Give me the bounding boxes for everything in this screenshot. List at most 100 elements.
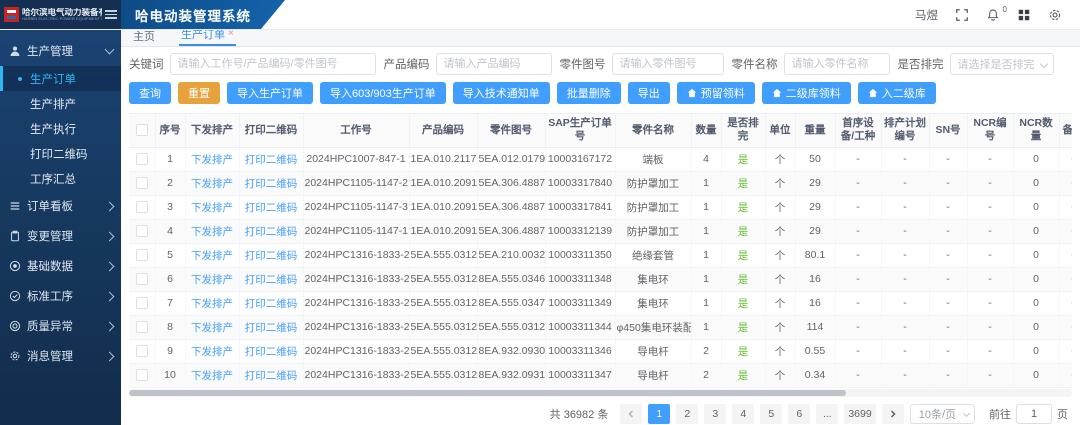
sidebar-group-production[interactable]: 生产管理 xyxy=(0,36,121,66)
print-qrcode-link[interactable]: 打印二维码 xyxy=(245,322,298,334)
row-checkbox[interactable] xyxy=(136,321,148,333)
cell-plan_no: - xyxy=(881,171,929,195)
sidebar-group-message-management[interactable]: 消息管理 xyxy=(0,341,121,371)
sidebar-collapse-icon[interactable] xyxy=(105,10,117,19)
page-button[interactable]: 2 xyxy=(676,404,698,424)
page-button[interactable]: 4 xyxy=(732,404,754,424)
cell-weight: 16 xyxy=(795,267,835,291)
sidebar-item-production-order[interactable]: 生产订单 xyxy=(0,66,121,91)
dispatch-link[interactable]: 下发排产 xyxy=(191,346,233,358)
page-button[interactable]: 3 xyxy=(704,404,726,424)
scheduled-select[interactable]: 请选择是否排完 xyxy=(950,53,1054,75)
export-button[interactable]: 导出 xyxy=(628,82,670,104)
print-qrcode-link[interactable]: 打印二维码 xyxy=(245,250,298,262)
row-checkbox[interactable] xyxy=(136,249,148,261)
cell-work_no: 2024HPC1105-1147-2 xyxy=(303,171,409,195)
print-qrcode-link[interactable]: 打印二维码 xyxy=(245,178,298,190)
select-all-checkbox[interactable] xyxy=(136,124,148,136)
horizontal-scrollbar[interactable] xyxy=(129,389,1072,397)
prev-page-button[interactable] xyxy=(620,404,642,424)
print-qrcode-link[interactable]: 打印二维码 xyxy=(245,154,298,166)
row-checkbox[interactable] xyxy=(136,225,148,237)
column-header: 打印二维码 xyxy=(239,114,303,147)
chevron-right-icon xyxy=(105,261,115,271)
scrollbar-thumb[interactable] xyxy=(129,390,846,396)
scheduled-status: 是 xyxy=(738,202,749,214)
bell-icon[interactable]: 0 xyxy=(985,7,1000,22)
import-tech-notice-button[interactable]: 导入技术通知单 xyxy=(453,82,550,104)
page-button[interactable]: 6 xyxy=(788,404,810,424)
dispatch-link[interactable]: 下发排产 xyxy=(191,250,233,262)
fullscreen-icon[interactable] xyxy=(954,7,969,22)
sidebar-group-standard-process[interactable]: 标准工序 xyxy=(0,281,121,311)
import-603-button[interactable]: 导入603/903生产订单 xyxy=(320,82,446,104)
cell-ncr_no: - xyxy=(967,315,1013,339)
page-button[interactable]: 5 xyxy=(760,404,782,424)
close-icon[interactable]: × xyxy=(228,29,234,39)
sidebar-group-label: 基础数据 xyxy=(27,258,100,274)
secondary-store-in-button[interactable]: 入二级库 xyxy=(858,82,936,104)
grid-apps-icon[interactable] xyxy=(1016,7,1031,22)
secondary-store-pick-button[interactable]: 二级库领料 xyxy=(762,82,851,104)
row-checkbox[interactable] xyxy=(136,297,148,309)
sidebar-group-base-data[interactable]: 基础数据 xyxy=(0,251,121,281)
tab-home[interactable]: 主页 xyxy=(131,28,157,46)
row-checkbox[interactable] xyxy=(136,201,148,213)
goto-page-input[interactable] xyxy=(1016,404,1052,424)
print-qrcode-link[interactable]: 打印二维码 xyxy=(245,226,298,238)
column-header: 排产计划编号 xyxy=(881,114,929,147)
gear-icon[interactable] xyxy=(1047,7,1062,22)
table-row: 9下发排产打印二维码2024HPC1316-1833-25EA.555.0312… xyxy=(129,339,1072,363)
sidebar-item-print-qrcode[interactable]: 打印二维码 xyxy=(0,141,121,166)
product-code-input[interactable] xyxy=(436,53,552,75)
more-pages-button[interactable]: ... xyxy=(816,404,838,424)
import-order-button[interactable]: 导入生产订单 xyxy=(227,82,313,104)
keyword-input[interactable] xyxy=(170,53,376,75)
reset-button[interactable]: 重置 xyxy=(178,82,220,104)
dispatch-link[interactable]: 下发排产 xyxy=(191,298,233,310)
list-icon xyxy=(8,200,21,213)
cell-sn: - xyxy=(929,147,967,171)
part-name-input[interactable] xyxy=(784,53,890,75)
sidebar: 生产管理 生产订单 生产排产 生产执行 打印二维码 工序汇总 xyxy=(0,30,121,425)
row-checkbox[interactable] xyxy=(136,369,148,381)
dispatch-link[interactable]: 下发排产 xyxy=(191,178,233,190)
page-size-select[interactable]: 10条/页 xyxy=(910,404,975,424)
chevron-right-icon xyxy=(105,291,115,301)
dispatch-link[interactable]: 下发排产 xyxy=(191,226,233,238)
sidebar-item-production-scheduling[interactable]: 生产排产 xyxy=(0,91,121,116)
print-qrcode-link[interactable]: 打印二维码 xyxy=(245,298,298,310)
part-no-input[interactable] xyxy=(612,53,724,75)
print-qrcode-link[interactable]: 打印二维码 xyxy=(245,370,298,382)
row-checkbox[interactable] xyxy=(136,273,148,285)
sidebar-item-process-summary[interactable]: 工序汇总 xyxy=(0,166,121,191)
sidebar-group-change-management[interactable]: 变更管理 xyxy=(0,221,121,251)
scheduled-status: 是 xyxy=(738,370,749,382)
print-qrcode-link[interactable]: 打印二维码 xyxy=(245,202,298,214)
dispatch-link[interactable]: 下发排产 xyxy=(191,154,233,166)
print-qrcode-link[interactable]: 打印二维码 xyxy=(245,346,298,358)
user-name[interactable]: 马煜 xyxy=(915,7,938,23)
table-row: 7下发排产打印二维码2024HPC1316-1833-25EA.555.0312… xyxy=(129,291,1072,315)
dispatch-link[interactable]: 下发排产 xyxy=(191,322,233,334)
dispatch-link[interactable]: 下发排产 xyxy=(191,202,233,214)
search-button[interactable]: 查询 xyxy=(129,82,171,104)
dispatch-link[interactable]: 下发排产 xyxy=(191,370,233,382)
sidebar-group-order-board[interactable]: 订单看板 xyxy=(0,191,121,221)
sidebar-group-quality-exception[interactable]: 质量异常 xyxy=(0,311,121,341)
next-page-button[interactable] xyxy=(882,404,904,424)
column-header: 序号 xyxy=(155,114,185,147)
batch-delete-button[interactable]: 批量删除 xyxy=(557,82,621,104)
dispatch-link[interactable]: 下发排产 xyxy=(191,274,233,286)
print-qrcode-link[interactable]: 打印二维码 xyxy=(245,274,298,286)
reserve-pick-button[interactable]: 预留领料 xyxy=(677,82,755,104)
row-checkbox[interactable] xyxy=(136,177,148,189)
row-checkbox[interactable] xyxy=(136,153,148,165)
cell-qty: 2 xyxy=(691,339,721,363)
page-button[interactable]: 3699 xyxy=(844,404,875,424)
cell-unit: 个 xyxy=(765,171,795,195)
goto-unit: 页 xyxy=(1057,406,1068,422)
row-checkbox[interactable] xyxy=(136,345,148,357)
page-button[interactable]: 1 xyxy=(648,404,670,424)
sidebar-item-production-execution[interactable]: 生产执行 xyxy=(0,116,121,141)
